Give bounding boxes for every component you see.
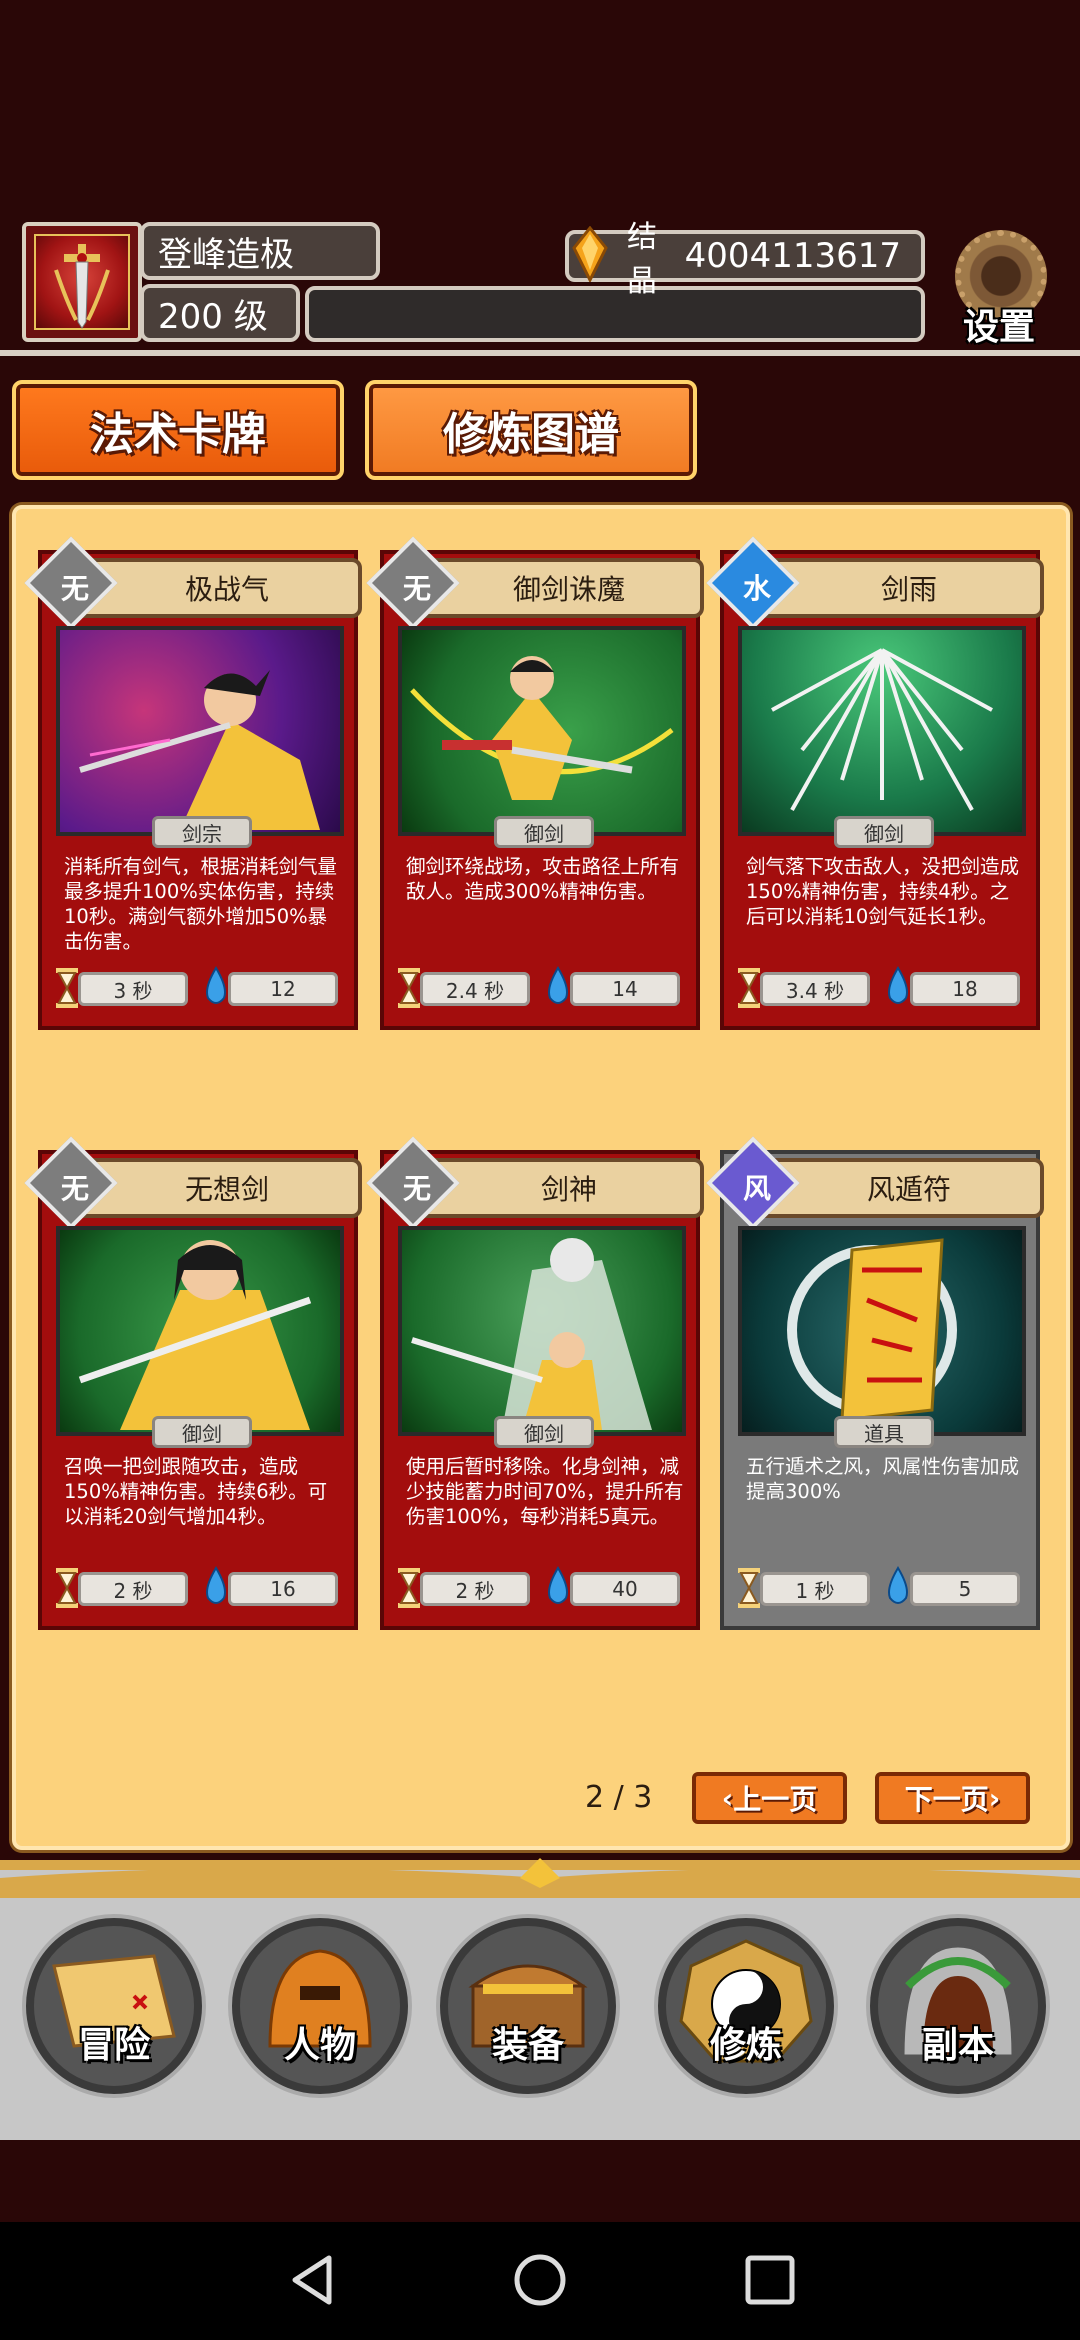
- hourglass-icon: [398, 1568, 420, 1608]
- spell-card-5[interactable]: 剑神 无 御剑 使用后暂时移除。化身剑神，减少技能蓄力时间70%，提升所有伤害1…: [366, 1136, 704, 1630]
- nav-crest-ornament: [0, 1858, 1080, 1898]
- divider: [0, 350, 1080, 356]
- nav-cultivation-button[interactable]: 修炼: [658, 1918, 834, 2094]
- nav-equipment-label: 装备: [491, 2025, 564, 2066]
- element-label: 风: [742, 1172, 771, 1205]
- mana-cost-value: 14: [570, 972, 680, 1006]
- nav-character-label: 人物: [283, 2025, 356, 2066]
- hourglass-icon: [56, 1568, 78, 1608]
- card-category: 御剑: [152, 1416, 252, 1448]
- prev-page-label: 上一页: [733, 1783, 818, 1816]
- card-title: 极战气: [184, 573, 269, 606]
- spell-card-3[interactable]: 剑雨 水 御剑 剑气落下攻击敌人，没把剑造成150%精神伤害，持续4秒。之后可以…: [706, 536, 1044, 1030]
- card-description: 剑气落下攻击敌人，没把剑造成150%精神伤害，持续4秒。之后可以消耗10剑气延长…: [746, 855, 1020, 928]
- tab-cultivation-chart[interactable]: 修炼图谱: [365, 380, 697, 480]
- spell-card-2[interactable]: 御剑诛魔 无 御剑 御剑环绕战场，攻击路径上所有敌人。造成300%精神伤害。 2…: [366, 536, 704, 1030]
- element-label: 无: [402, 572, 431, 605]
- sword-emblem-icon: [54, 244, 110, 329]
- card-art: [56, 626, 344, 836]
- card-category: 御剑: [494, 816, 594, 848]
- tab-spell-cards[interactable]: 法术卡牌: [12, 380, 344, 480]
- mana-cost-value: 40: [570, 1572, 680, 1606]
- chevron-right-icon: ›: [988, 1781, 1001, 1815]
- mana-drop-icon: [548, 1566, 568, 1604]
- player-level: 200 级: [140, 284, 300, 342]
- crystal-value: 4004113617: [684, 236, 901, 276]
- nav-equipment-button[interactable]: 装备: [440, 1918, 616, 2094]
- mana-cost-value: 5: [910, 1572, 1020, 1606]
- card-category: 御剑: [834, 816, 934, 848]
- card-art: [56, 1226, 344, 1436]
- cooldown-value: 1 秒: [760, 1572, 870, 1606]
- cooldown-value: 2.4 秒: [420, 972, 530, 1006]
- card-title: 剑雨: [880, 573, 937, 606]
- card-description: 御剑环绕战场，攻击路径上所有敌人。造成300%精神伤害。: [406, 855, 680, 903]
- element-label: 水: [742, 572, 771, 605]
- experience-bar: [305, 286, 925, 342]
- card-title: 剑神: [540, 1173, 597, 1206]
- mana-drop-icon: [206, 966, 226, 1004]
- cooldown-value: 3 秒: [78, 972, 188, 1006]
- player-name: 登峰造极: [140, 222, 380, 280]
- cooldown-value: 2 秒: [420, 1572, 530, 1606]
- prev-page-button[interactable]: ‹ 上一页: [692, 1772, 847, 1824]
- nav-adventure-button[interactable]: 冒险: [26, 1918, 202, 2094]
- card-description: 召唤一把剑跟随攻击，造成150%精神伤害。持续6秒。可以消耗20剑气增加4秒。: [64, 1455, 328, 1528]
- nav-dungeon-label: 副本: [921, 2025, 994, 2066]
- nav-cultivation-label: 修炼: [709, 2025, 782, 2066]
- nav-character-button[interactable]: 人物: [232, 1918, 408, 2094]
- card-category: 剑宗: [152, 816, 252, 848]
- mana-drop-icon: [888, 1566, 908, 1604]
- crystal-counter: 结晶 4004113617: [565, 220, 925, 299]
- mana-drop-icon: [206, 1566, 226, 1604]
- cooldown-value: 3.4 秒: [760, 972, 870, 1006]
- next-page-button[interactable]: 下一页 ›: [875, 1772, 1030, 1824]
- chevron-left-icon: ‹: [721, 1781, 734, 1815]
- element-label: 无: [60, 572, 89, 605]
- next-page-label: 下一页: [904, 1783, 989, 1816]
- card-title: 无想剑: [184, 1173, 269, 1206]
- player-name-text: 登峰造极: [158, 234, 294, 275]
- card-art: [738, 1226, 1026, 1436]
- element-label: 无: [402, 1172, 431, 1205]
- mana-drop-icon: [548, 966, 568, 1004]
- nav-dungeon-button[interactable]: 副本: [870, 1918, 1046, 2094]
- player-level-text: 200 级: [158, 296, 268, 337]
- settings-button[interactable]: 设置: [945, 226, 1060, 348]
- card-title: 风遁符: [866, 1173, 951, 1206]
- hourglass-icon: [56, 968, 78, 1008]
- card-description: 使用后暂时移除。化身剑神，减少技能蓄力时间70%，提升所有伤害100%，每秒消耗…: [406, 1455, 684, 1528]
- cooldown-value: 2 秒: [78, 1572, 188, 1606]
- spell-card-6[interactable]: 风遁符 风 道具 五行遁术之风，风属性伤害加成提高300% 1 秒 5: [706, 1136, 1044, 1630]
- element-label: 无: [60, 1172, 89, 1205]
- card-art: [738, 626, 1026, 836]
- back-icon[interactable]: [285, 2252, 341, 2308]
- player-avatar[interactable]: [22, 222, 142, 342]
- mana-drop-icon: [888, 966, 908, 1004]
- crystal-label: 结晶: [627, 220, 657, 299]
- mana-cost-value: 16: [228, 1572, 338, 1606]
- recents-icon[interactable]: [742, 2252, 798, 2308]
- tab-cultivation-chart-label: 修炼图谱: [443, 409, 619, 460]
- card-category: 御剑: [494, 1416, 594, 1448]
- card-art: [398, 1226, 686, 1436]
- spell-card-1[interactable]: 极战气 无 剑宗 消耗所有剑气，根据消耗剑气量最多提升100%实体伤害，持续10…: [24, 536, 362, 1030]
- card-title: 御剑诛魔: [512, 573, 625, 606]
- settings-label: 设置: [963, 307, 1036, 348]
- tab-spell-cards-label: 法术卡牌: [90, 409, 266, 460]
- card-category: 道具: [834, 1416, 934, 1448]
- card-description: 五行遁术之风，风属性伤害加成提高300%: [746, 1455, 1020, 1503]
- page-indicator: 2 / 3: [585, 1780, 653, 1815]
- hourglass-icon: [738, 968, 760, 1008]
- spell-card-4[interactable]: 无想剑 无 御剑 召唤一把剑跟随攻击，造成150%精神伤害。持续6秒。可以消耗2…: [24, 1136, 362, 1630]
- nav-adventure-label: 冒险: [77, 2025, 150, 2066]
- hourglass-icon: [398, 968, 420, 1008]
- home-icon[interactable]: [512, 2252, 568, 2308]
- card-art: [398, 626, 686, 836]
- crystal-icon: [572, 226, 608, 282]
- mana-cost-value: 12: [228, 972, 338, 1006]
- mana-cost-value: 18: [910, 972, 1020, 1006]
- hourglass-icon: [738, 1568, 760, 1608]
- card-description: 消耗所有剑气，根据消耗剑气量最多提升100%实体伤害，持续10秒。满剑气额外增加…: [64, 855, 338, 953]
